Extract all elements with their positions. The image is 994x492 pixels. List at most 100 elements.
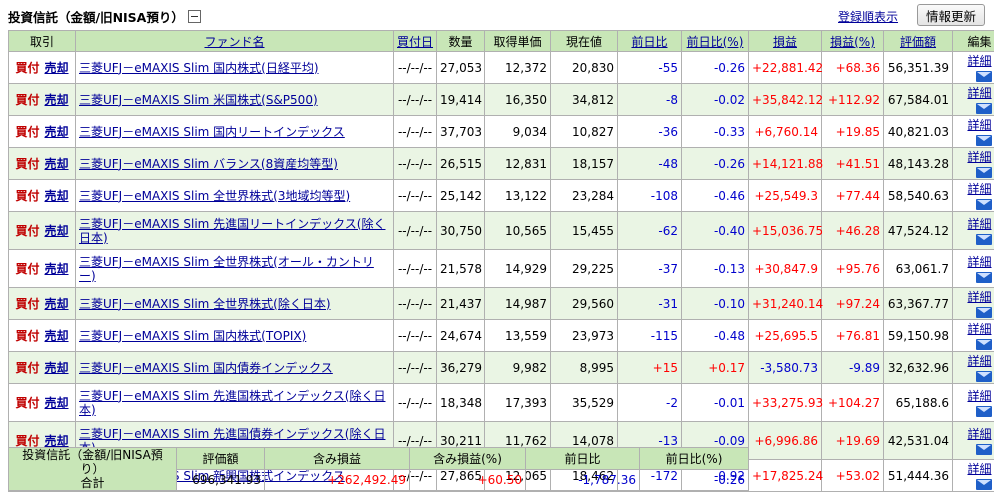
buy-date-cell: --/--/-- [394, 180, 437, 212]
envelope-icon[interactable] [976, 71, 992, 82]
detail-link[interactable]: 詳細 [967, 354, 991, 368]
buy-link[interactable]: 買付 [15, 297, 39, 311]
summary-header-row: 投資信託（金額/旧NISA預り） 合計 評価額 含み損益 含み損益(%) 前日比… [9, 448, 749, 470]
sell-link[interactable]: 売却 [45, 93, 69, 107]
fund-name-link[interactable]: 三菱UFJ－eMAXIS Slim 米国株式(S&P500) [76, 84, 394, 116]
cost-cell: 10,565 [485, 212, 551, 250]
col-change-pct[interactable]: 前日比(%) [682, 31, 749, 52]
buy-link[interactable]: 買付 [15, 93, 39, 107]
sell-link[interactable]: 売却 [45, 125, 69, 139]
sell-link[interactable]: 売却 [45, 262, 69, 276]
fund-name-link[interactable]: 三菱UFJ－eMAXIS Slim 国内株式(日経平均) [76, 52, 394, 84]
detail-link[interactable]: 詳細 [967, 322, 991, 336]
envelope-icon[interactable] [976, 307, 992, 318]
buy-link[interactable]: 買付 [15, 189, 39, 203]
col-fund-name[interactable]: ファンド名 [76, 31, 394, 52]
fund-name-link[interactable]: 三菱UFJ－eMAXIS Slim 全世界株式(3地域均等型) [76, 180, 394, 212]
envelope-icon[interactable] [976, 167, 992, 178]
edit-cell: 詳細 [953, 52, 994, 84]
price-cell: 29,560 [551, 288, 618, 320]
buy-link[interactable]: 買付 [15, 434, 39, 448]
pl-pct-cell: +97.24 [822, 288, 884, 320]
summary-table: 投資信託（金額/旧NISA預り） 合計 評価額 含み損益 含み損益(%) 前日比… [8, 447, 749, 491]
buy-link[interactable]: 買付 [15, 396, 39, 410]
pl-cell: +6,760.14 [749, 116, 822, 148]
edit-cell: 詳細 [953, 180, 994, 212]
buy-link[interactable]: 買付 [15, 61, 39, 75]
pl-cell: +6,996.86 [749, 422, 822, 460]
pl-cell: +22,881.42 [749, 52, 822, 84]
change-cell: -62 [618, 212, 682, 250]
buy-link[interactable]: 買付 [15, 262, 39, 276]
cost-cell: 14,987 [485, 288, 551, 320]
sort-order-link[interactable]: 登録順表示 [838, 8, 898, 25]
detail-link[interactable]: 詳細 [967, 389, 991, 403]
sell-link[interactable]: 売却 [45, 329, 69, 343]
price-cell: 23,973 [551, 320, 618, 352]
envelope-icon[interactable] [976, 234, 992, 245]
fund-name-link[interactable]: 三菱UFJ－eMAXIS Slim 国内リートインデックス [76, 116, 394, 148]
envelope-icon[interactable] [976, 479, 992, 490]
envelope-icon[interactable] [976, 339, 992, 350]
col-pl-pct[interactable]: 損益(%) [822, 31, 884, 52]
fund-name-link[interactable]: 三菱UFJ－eMAXIS Slim 全世界株式(オール・カントリー) [76, 250, 394, 288]
envelope-icon[interactable] [976, 371, 992, 382]
envelope-icon[interactable] [976, 406, 992, 417]
sell-link[interactable]: 売却 [45, 297, 69, 311]
fund-name-link[interactable]: 三菱UFJ－eMAXIS Slim 全世界株式(除く日本) [76, 288, 394, 320]
buy-link[interactable]: 買付 [15, 125, 39, 139]
col-change[interactable]: 前日比 [618, 31, 682, 52]
detail-link[interactable]: 詳細 [967, 462, 991, 476]
fund-name-link[interactable]: 三菱UFJ－eMAXIS Slim 先進国株式インデックス(除く日本) [76, 384, 394, 422]
change-pct-cell: -0.33 [682, 116, 749, 148]
detail-link[interactable]: 詳細 [967, 427, 991, 441]
collapse-icon[interactable] [188, 10, 201, 23]
refresh-button[interactable]: 情報更新 [917, 4, 985, 26]
price-cell: 15,455 [551, 212, 618, 250]
buy-date-cell: --/--/-- [394, 352, 437, 384]
envelope-icon[interactable] [976, 272, 992, 283]
detail-link[interactable]: 詳細 [967, 182, 991, 196]
quantity-cell: 18,348 [437, 384, 485, 422]
detail-link[interactable]: 詳細 [967, 255, 991, 269]
envelope-icon[interactable] [976, 444, 992, 455]
pl-cell: +30,847.9 [749, 250, 822, 288]
table-row: 買付売却三菱UFJ－eMAXIS Slim 米国株式(S&P500)--/--/… [9, 84, 994, 116]
detail-link[interactable]: 詳細 [967, 118, 991, 132]
sell-link[interactable]: 売却 [45, 224, 69, 238]
detail-link[interactable]: 詳細 [967, 290, 991, 304]
buy-link[interactable]: 買付 [15, 224, 39, 238]
sell-link[interactable]: 売却 [45, 361, 69, 375]
fund-name-link[interactable]: 三菱UFJ－eMAXIS Slim バランス(8資産均等型) [76, 148, 394, 180]
pl-pct-cell: +112.92 [822, 84, 884, 116]
fund-name-link[interactable]: 三菱UFJ－eMAXIS Slim 国内株式(TOPIX) [76, 320, 394, 352]
detail-link[interactable]: 詳細 [967, 86, 991, 100]
value-cell: 56,351.39 [884, 52, 953, 84]
envelope-icon[interactable] [976, 103, 992, 114]
change-pct-cell: -0.40 [682, 212, 749, 250]
table-row: 買付売却三菱UFJ－eMAXIS Slim 国内リートインデックス--/--/-… [9, 116, 994, 148]
col-value[interactable]: 評価額 [884, 31, 953, 52]
sell-link[interactable]: 売却 [45, 189, 69, 203]
envelope-icon[interactable] [976, 135, 992, 146]
envelope-icon[interactable] [976, 199, 992, 210]
sell-link[interactable]: 売却 [45, 396, 69, 410]
fund-name-link[interactable]: 三菱UFJ－eMAXIS Slim 先進国リートインデックス(除く日本) [76, 212, 394, 250]
col-pl[interactable]: 損益 [749, 31, 822, 52]
buy-link[interactable]: 買付 [15, 157, 39, 171]
table-row: 買付売却三菱UFJ－eMAXIS Slim 国内債券インデックス--/--/--… [9, 352, 994, 384]
pl-cell: +35,842.12 [749, 84, 822, 116]
col-price: 現在値 [551, 31, 618, 52]
col-buy-date[interactable]: 買付日 [394, 31, 437, 52]
buy-link[interactable]: 買付 [15, 361, 39, 375]
buy-link[interactable]: 買付 [15, 329, 39, 343]
col-cost: 取得単価 [485, 31, 551, 52]
detail-link[interactable]: 詳細 [967, 217, 991, 231]
fund-name-link[interactable]: 三菱UFJ－eMAXIS Slim 国内債券インデックス [76, 352, 394, 384]
detail-link[interactable]: 詳細 [967, 54, 991, 68]
edit-cell: 詳細 [953, 250, 994, 288]
sell-link[interactable]: 売却 [45, 61, 69, 75]
detail-link[interactable]: 詳細 [967, 150, 991, 164]
sell-link[interactable]: 売却 [45, 157, 69, 171]
sell-link[interactable]: 売却 [45, 434, 69, 448]
